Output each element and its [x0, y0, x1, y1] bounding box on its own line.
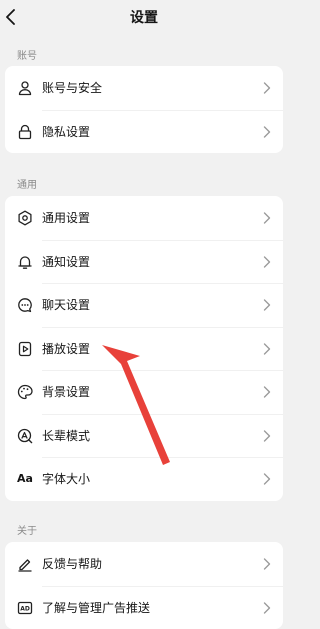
settings-item-label: 聊天设置 — [42, 296, 90, 313]
settings-item-privacy[interactable]: 隐私设置 — [5, 110, 283, 154]
chat-icon — [17, 297, 33, 313]
chevron-right-icon — [263, 298, 271, 312]
account-card: 账号与安全 隐私设置 — [5, 66, 283, 153]
settings-item-label: 背景设置 — [42, 383, 90, 400]
settings-item-label: 字体大小 — [42, 470, 90, 487]
settings-item-label: 播放设置 — [42, 340, 90, 357]
chevron-right-icon — [263, 601, 271, 615]
settings-item-label: 隐私设置 — [42, 123, 90, 140]
chevron-right-icon — [263, 255, 271, 269]
settings-item-general[interactable]: 通用设置 — [5, 196, 283, 240]
chevron-right-icon — [263, 385, 271, 399]
settings-item-playback[interactable]: 播放设置 — [5, 327, 283, 371]
general-card: 通用设置 通知设置 聊天设置 播放设置 背景设置 长辈模式 — [5, 196, 283, 501]
palette-icon — [17, 384, 33, 400]
play-icon — [17, 341, 33, 357]
settings-item-label: 了解与管理广告推送 — [42, 599, 150, 616]
lock-icon — [17, 124, 33, 140]
section-label-account: 账号 — [17, 47, 37, 62]
chevron-right-icon — [263, 211, 271, 225]
settings-item-notifications[interactable]: 通知设置 — [5, 240, 283, 284]
about-card: 反馈与帮助 AD 了解与管理广告推送 — [5, 542, 283, 629]
chevron-right-icon — [263, 429, 271, 443]
ad-icon-text: AD — [20, 605, 30, 612]
user-icon — [17, 80, 33, 96]
bell-icon — [17, 254, 33, 270]
top-bar: 设置 — [0, 0, 288, 34]
settings-item-label: 账号与安全 — [42, 79, 102, 96]
chevron-right-icon — [263, 342, 271, 356]
feedback-icon — [17, 556, 33, 572]
settings-item-elder-mode[interactable]: 长辈模式 — [5, 414, 283, 458]
settings-item-label: 通知设置 — [42, 253, 90, 270]
settings-item-background[interactable]: 背景设置 — [5, 370, 283, 414]
chevron-right-icon — [263, 81, 271, 95]
settings-item-ad-management[interactable]: AD 了解与管理广告推送 — [5, 586, 283, 629]
ad-icon: AD — [17, 600, 33, 616]
settings-item-feedback[interactable]: 反馈与帮助 — [5, 542, 283, 586]
font-size-icon: Aa — [17, 471, 33, 487]
settings-item-label: 长辈模式 — [42, 427, 90, 444]
section-label-about: 关于 — [17, 522, 37, 537]
settings-item-font-size[interactable]: Aa 字体大小 — [5, 457, 283, 501]
chevron-right-icon — [263, 557, 271, 571]
page-title: 设置 — [0, 7, 288, 27]
settings-item-label: 反馈与帮助 — [42, 555, 102, 572]
chevron-right-icon — [263, 472, 271, 486]
settings-item-chat[interactable]: 聊天设置 — [5, 283, 283, 327]
gear-icon — [17, 210, 33, 226]
settings-item-account-security[interactable]: 账号与安全 — [5, 66, 283, 110]
elder-mode-icon — [17, 428, 33, 444]
chevron-right-icon — [263, 125, 271, 139]
section-label-general: 通用 — [17, 176, 37, 191]
settings-item-label: 通用设置 — [42, 209, 90, 226]
